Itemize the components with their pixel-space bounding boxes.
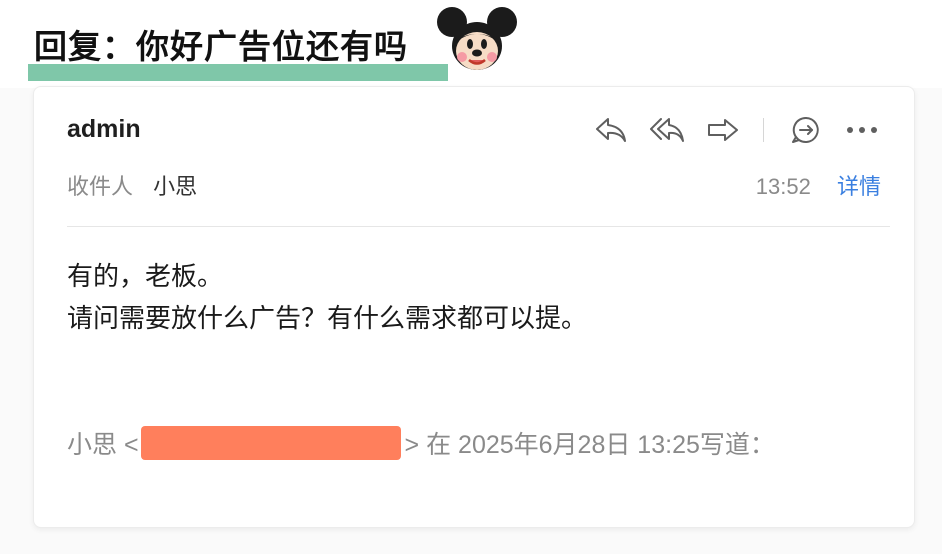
email-reading-page: 回复：你好广告位还有吗 admin 收件人 小思 13:52 详情 有的，老板。… bbox=[0, 0, 942, 554]
mickey-mouse-icon bbox=[437, 7, 517, 70]
body-line: 有的，老板。 bbox=[67, 261, 224, 291]
more-icon[interactable] bbox=[844, 113, 880, 147]
details-link[interactable]: 详情 bbox=[837, 174, 881, 199]
page-title: 回复：你好广告位还有吗 bbox=[34, 28, 408, 65]
body-line: 请问需要放什么广告？有什么需求都可以提。 bbox=[67, 303, 588, 333]
forward-icon[interactable] bbox=[705, 113, 741, 147]
quote-written-on: > 在 2025年6月28日 13:25写道： bbox=[404, 431, 775, 459]
comment-icon[interactable] bbox=[788, 113, 824, 147]
toolbar-divider bbox=[763, 118, 764, 142]
reply-all-icon[interactable] bbox=[649, 113, 685, 147]
quote-header: 小思 < > 在 2025年6月28日 13:25写道： bbox=[67, 425, 775, 461]
email-time: 13:52 bbox=[755, 174, 811, 199]
recipient-name[interactable]: 小思 bbox=[153, 174, 197, 199]
email-card: admin 收件人 小思 13:52 详情 有的，老板。 请问需要放什么广告？有… bbox=[33, 86, 915, 528]
recipient-row: 收件人 小思 13:52 详情 bbox=[67, 169, 881, 199]
quote-sender: 小思 < bbox=[67, 431, 139, 459]
recipient-label: 收件人 bbox=[67, 174, 134, 199]
sender-name: admin bbox=[67, 115, 141, 143]
email-body: 有的，老板。 请问需要放什么广告？有什么需求都可以提。 bbox=[67, 255, 587, 339]
email-toolbar bbox=[593, 113, 880, 147]
time-block: 13:52 详情 bbox=[756, 169, 881, 201]
reply-icon[interactable] bbox=[593, 113, 629, 147]
header-divider bbox=[67, 226, 890, 227]
redacted-email-address bbox=[140, 426, 401, 460]
